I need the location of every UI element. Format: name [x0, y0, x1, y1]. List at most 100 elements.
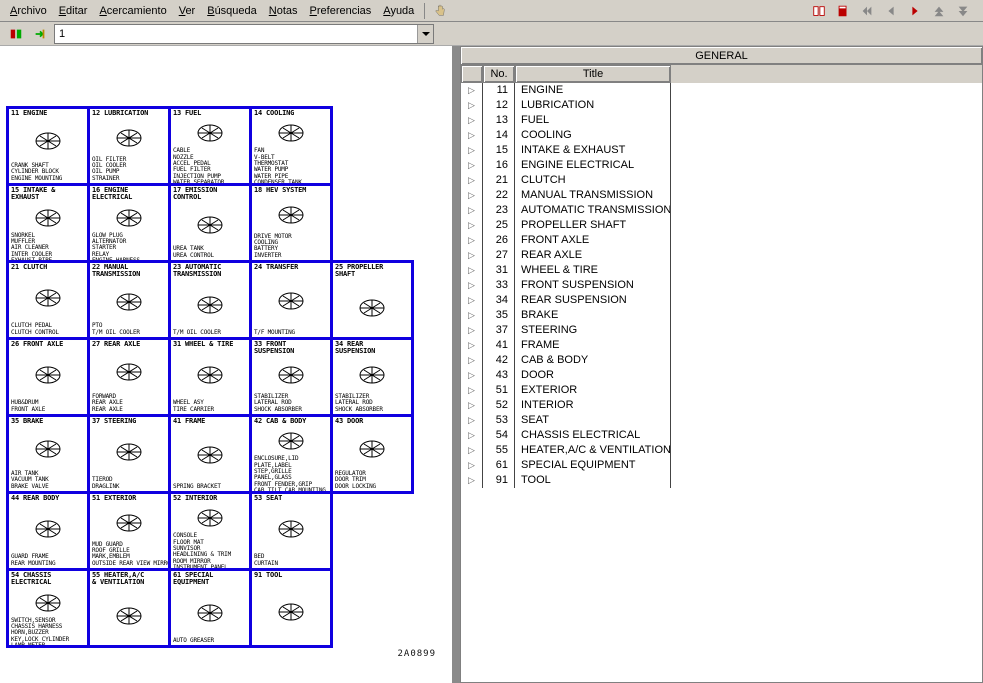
catalog-cell[interactable]: 13 FUELCABLE NOZZLE ACCEL PEDAL FUEL FIL… — [168, 106, 252, 186]
list-row[interactable]: ▷37STEERING — [461, 323, 982, 338]
menu-archivo[interactable]: Archivo — [4, 4, 53, 18]
expand-icon[interactable]: ▷ — [461, 443, 483, 458]
catalog-cell[interactable]: 54 CHASSIS ELECTRICALSWITCH,SENSOR CHASS… — [6, 568, 90, 648]
expand-icon[interactable]: ▷ — [461, 218, 483, 233]
catalog-cell[interactable]: 15 INTAKE & EXHAUSTSNORKEL MUFFLER AIR C… — [6, 183, 90, 263]
expand-icon[interactable]: ▷ — [461, 113, 483, 128]
list-row[interactable]: ▷21CLUTCH — [461, 173, 982, 188]
expand-icon[interactable]: ▷ — [461, 98, 483, 113]
address-input[interactable] — [55, 28, 417, 40]
catalog-cell[interactable]: 43 DOORREGULATOR DOOR TRIM DOOR LOCKING — [330, 414, 414, 494]
list-row[interactable]: ▷35BRAKE — [461, 308, 982, 323]
nav-prev-icon[interactable] — [881, 1, 901, 21]
catalog-cell[interactable]: 52 INTERIORCONSOLE FLOOR MAT SUNVISOR HE… — [168, 491, 252, 571]
expand-icon[interactable]: ▷ — [461, 323, 483, 338]
catalog-cell[interactable]: 18 HEV SYSTEMDRIVE MOTOR COOLING BATTERY… — [249, 183, 333, 263]
expand-icon[interactable]: ▷ — [461, 398, 483, 413]
catalog-cell[interactable]: 22 MANUAL TRANSMISSIONPTO T/M OIL COOLER — [87, 260, 171, 340]
expand-icon[interactable]: ▷ — [461, 248, 483, 263]
expand-icon[interactable]: ▷ — [461, 353, 483, 368]
list-row[interactable]: ▷41FRAME — [461, 338, 982, 353]
list-row[interactable]: ▷52INTERIOR — [461, 398, 982, 413]
catalog-cell[interactable]: 14 COOLINGFAN V-BELT THERMOSTAT WATER PU… — [249, 106, 333, 186]
catalog-cell[interactable]: 21 CLUTCHCLUTCH PEDAL CLUTCH CONTROL — [6, 260, 90, 340]
list-row[interactable]: ▷54CHASSIS ELECTRICAL — [461, 428, 982, 443]
expand-icon[interactable]: ▷ — [461, 428, 483, 443]
menu-notas[interactable]: Notas — [263, 4, 304, 18]
list-row[interactable]: ▷14COOLING — [461, 128, 982, 143]
col-expand[interactable] — [461, 65, 483, 83]
list-row[interactable]: ▷33FRONT SUSPENSION — [461, 278, 982, 293]
nav-first-icon[interactable] — [857, 1, 877, 21]
catalog-cell[interactable]: 42 CAB & BODYENCLOSURE,LID PLATE,LABEL S… — [249, 414, 333, 494]
menu-acercamiento[interactable]: Acercamiento — [93, 4, 172, 18]
menu-ayuda[interactable]: Ayuda — [377, 4, 420, 18]
catalog-cell[interactable]: 26 FRONT AXLEHUB&DRUM FRONT AXLE — [6, 337, 90, 417]
catalog-cell[interactable]: 44 REAR BODYGUARD FRAME REAR MOUNTING — [6, 491, 90, 571]
list-row[interactable]: ▷27REAR AXLE — [461, 248, 982, 263]
catalog-cell[interactable]: 17 EMISSION CONTROLUREA TANK UREA CONTRO… — [168, 183, 252, 263]
list-row[interactable]: ▷53SEAT — [461, 413, 982, 428]
expand-icon[interactable]: ▷ — [461, 263, 483, 278]
list-row[interactable]: ▷31WHEEL & TIRE — [461, 263, 982, 278]
list-row[interactable]: ▷12LUBRICATION — [461, 98, 982, 113]
col-no[interactable]: No. — [483, 65, 515, 83]
catalog-cell[interactable]: 51 EXTERIORMUD GUARD ROOF GRILLE MARK,EM… — [87, 491, 171, 571]
goto-icon[interactable] — [30, 24, 50, 44]
menu-preferencias[interactable]: Preferencias — [304, 4, 378, 18]
nav-up-icon[interactable] — [929, 1, 949, 21]
catalog-cell[interactable]: 12 LUBRICATIONOIL FILTER OIL COOLER OIL … — [87, 106, 171, 186]
list-row[interactable]: ▷43DOOR — [461, 368, 982, 383]
expand-icon[interactable]: ▷ — [461, 338, 483, 353]
list-row[interactable]: ▷25PROPELLER SHAFT — [461, 218, 982, 233]
expand-icon[interactable]: ▷ — [461, 413, 483, 428]
catalog-cell[interactable]: 23 AUTOMATIC TRANSMISSIONT/M OIL COOLER — [168, 260, 252, 340]
catalog-cell[interactable]: 33 FRONT SUSPENSIONSTABILIZER LATERAL RO… — [249, 337, 333, 417]
book-pages-icon[interactable] — [6, 24, 26, 44]
catalog-cell[interactable]: 41 FRAMESPRING BRACKET — [168, 414, 252, 494]
catalog-cell[interactable]: 91 TOOL — [249, 568, 333, 648]
pane-divider[interactable] — [452, 46, 460, 683]
list-row[interactable]: ▷42CAB & BODY — [461, 353, 982, 368]
list-row[interactable]: ▷15INTAKE & EXHAUST — [461, 143, 982, 158]
menu-ver[interactable]: Ver — [173, 4, 202, 18]
nav-next-icon[interactable] — [905, 1, 925, 21]
menu-busqueda[interactable]: Búsqueda — [201, 4, 263, 18]
expand-icon[interactable]: ▷ — [461, 188, 483, 203]
hand-icon[interactable] — [432, 3, 448, 19]
catalog-cell[interactable]: 53 SEATBED CURTAIN — [249, 491, 333, 571]
expand-icon[interactable]: ▷ — [461, 368, 483, 383]
list-row[interactable]: ▷26FRONT AXLE — [461, 233, 982, 248]
catalog-cell[interactable]: 11 ENGINECRANK SHAFT CYLINDER BLOCK ENGI… — [6, 106, 90, 186]
list-row[interactable]: ▷16ENGINE ELECTRICAL — [461, 158, 982, 173]
list-row[interactable]: ▷22MANUAL TRANSMISSION — [461, 188, 982, 203]
expand-icon[interactable]: ▷ — [461, 143, 483, 158]
list-row[interactable]: ▷23AUTOMATIC TRANSMISSION — [461, 203, 982, 218]
catalog-cell[interactable]: 61 SPECIAL EQUIPMENTAUTO GREASER — [168, 568, 252, 648]
book-closed-icon[interactable] — [833, 1, 853, 21]
expand-icon[interactable]: ▷ — [461, 308, 483, 323]
book-open-icon[interactable] — [809, 1, 829, 21]
list-row[interactable]: ▷51EXTERIOR — [461, 383, 982, 398]
catalog-pane[interactable]: 11 ENGINECRANK SHAFT CYLINDER BLOCK ENGI… — [0, 46, 452, 683]
address-dropdown-icon[interactable] — [417, 25, 433, 43]
expand-icon[interactable]: ▷ — [461, 233, 483, 248]
catalog-cell[interactable]: 31 WHEEL & TIREWHEEL ASY TIRE CARRIER — [168, 337, 252, 417]
expand-icon[interactable]: ▷ — [461, 383, 483, 398]
list-row[interactable]: ▷11ENGINE — [461, 83, 982, 98]
expand-icon[interactable]: ▷ — [461, 458, 483, 473]
catalog-cell[interactable]: 16 ENGINE ELECTRICALGLOW PLUG ALTERNATOR… — [87, 183, 171, 263]
list-row[interactable]: ▷61SPECIAL EQUIPMENT — [461, 458, 982, 473]
expand-icon[interactable]: ▷ — [461, 473, 483, 488]
expand-icon[interactable]: ▷ — [461, 173, 483, 188]
catalog-cell[interactable]: 24 TRANSFERT/F MOUNTING — [249, 260, 333, 340]
nav-down-icon[interactable] — [953, 1, 973, 21]
expand-icon[interactable]: ▷ — [461, 293, 483, 308]
expand-icon[interactable]: ▷ — [461, 128, 483, 143]
expand-icon[interactable]: ▷ — [461, 83, 483, 98]
list-row[interactable]: ▷91TOOL — [461, 473, 982, 488]
catalog-cell[interactable]: 35 BRAKEAIR TANK VACUUM TANK BRAKE VALVE — [6, 414, 90, 494]
expand-icon[interactable]: ▷ — [461, 158, 483, 173]
catalog-cell[interactable]: 27 REAR AXLEFORWARD REAR AXLE REAR AXLE — [87, 337, 171, 417]
col-title[interactable]: Title — [515, 65, 671, 83]
